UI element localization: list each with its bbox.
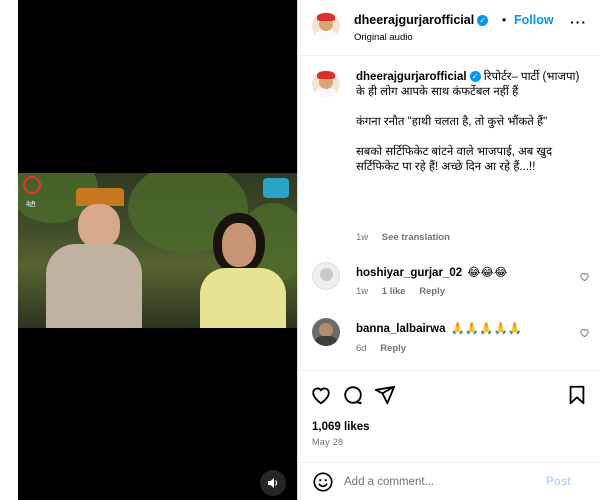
save-bookmark-icon[interactable] — [566, 384, 588, 406]
comment-username[interactable]: banna_lalbairwa — [356, 323, 445, 335]
comment-time[interactable]: 1w — [356, 286, 368, 297]
more-options-icon[interactable]: ··· — [570, 14, 587, 30]
reporter — [178, 213, 288, 328]
comment-username[interactable]: hoshiyar_gurjar_02 — [356, 267, 462, 279]
video-frame[interactable]: नेटी — [18, 173, 297, 328]
caption-time[interactable]: 1w — [356, 232, 368, 243]
verified-badge-icon: ✓ — [469, 71, 481, 83]
speaker-icon[interactable] — [260, 470, 286, 496]
commenter-avatar[interactable] — [312, 262, 340, 290]
channel-badge-icon — [23, 176, 41, 194]
tv-channel-logo — [263, 178, 289, 198]
follow-button[interactable]: Follow — [514, 13, 554, 27]
comment-1: hoshiyar_gurjar_02 😂😂😂 — [356, 265, 507, 279]
action-bar: 1,069 likes May 28 — [298, 370, 600, 460]
emoji-smiley-icon[interactable] — [312, 471, 334, 493]
like-heart-icon[interactable] — [310, 384, 332, 406]
comment-like-heart-icon[interactable] — [579, 271, 590, 282]
post-side-panel: dheerajgurjarofficial ✓ • Follow Original… — [297, 0, 600, 500]
comment-body: 🙏🙏🙏🙏🙏 — [450, 323, 523, 335]
reply-button[interactable]: Reply — [419, 286, 445, 297]
comment-like-heart-icon[interactable] — [579, 327, 590, 338]
comment-likes-count[interactable]: 1 like — [382, 286, 406, 297]
reply-button[interactable]: Reply — [380, 343, 406, 354]
post-comment-button[interactable]: Post — [546, 476, 571, 488]
comment-input[interactable] — [344, 473, 534, 491]
share-paper-plane-icon[interactable] — [374, 384, 396, 406]
comment-body: 😂😂😂 — [467, 267, 508, 279]
comment-2: banna_lalbairwa 🙏🙏🙏🙏🙏 — [356, 321, 522, 335]
channel-logo-text: नेटी — [26, 202, 36, 209]
comment-time[interactable]: 6d — [356, 343, 367, 354]
caption-paragraph-3: सबको सर्टिफिकेट बांटने वाले भाजपाई, अब ख… — [356, 146, 553, 173]
author-avatar[interactable] — [312, 12, 340, 40]
caption-meta: 1w See translation — [356, 232, 461, 243]
woman-with-cap — [38, 188, 142, 328]
comment-1-meta: 1w 1 like Reply — [356, 286, 456, 297]
post-caption: dheerajgurjarofficial ✓ रिपोर्टर– पार्टी … — [356, 70, 588, 190]
author-username[interactable]: dheerajgurjarofficial ✓ — [354, 13, 489, 27]
instagram-post: नेटी dheerajgurjarofficial ✓ • Follow Ori… — [18, 0, 600, 500]
commenter-avatar[interactable] — [312, 318, 340, 346]
separator-dot: • — [502, 13, 507, 27]
post-header: dheerajgurjarofficial ✓ • Follow Original… — [298, 0, 600, 56]
add-comment-bar: Post — [298, 462, 600, 500]
comment-bubble-icon[interactable] — [342, 384, 364, 406]
caption-author-avatar[interactable] — [312, 70, 340, 98]
see-translation-link[interactable]: See translation — [382, 232, 450, 243]
caption-paragraph-2: कंगना रनौत "हाथी चलता है, तो कुत्ते भौंक… — [356, 116, 548, 128]
verified-badge-icon: ✓ — [477, 15, 489, 27]
audio-label[interactable]: Original audio — [354, 32, 413, 43]
video-panel[interactable]: नेटी — [18, 0, 297, 500]
post-date[interactable]: May 28 — [312, 437, 343, 447]
comment-2-meta: 6d Reply — [356, 343, 417, 354]
likes-count[interactable]: 1,069 likes — [312, 421, 370, 433]
caption-username[interactable]: dheerajgurjarofficial — [356, 71, 467, 83]
